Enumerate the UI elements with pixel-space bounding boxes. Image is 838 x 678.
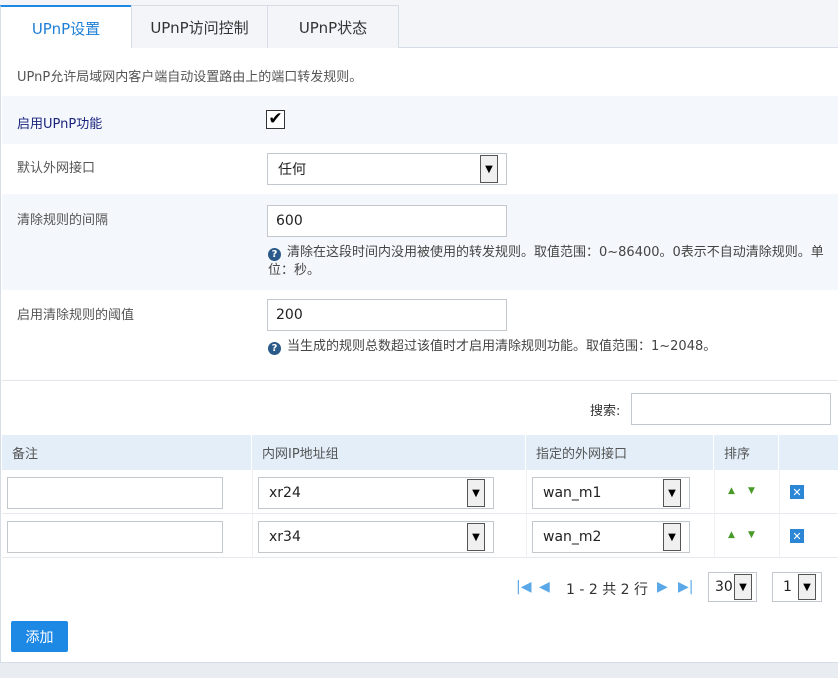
next-page-icon[interactable]: ▶ [657, 579, 668, 595]
pagination: |◀ ◀ 1 - 2 共 2 行 ▶ ▶| 30 ▼ 1 ▼ [1, 571, 838, 602]
table-row: xr24 ▼ wan_m1 ▼ ▲ ▼ ✕ [2, 470, 838, 514]
wan-value: wan_m2 [543, 529, 602, 545]
note-input[interactable] [7, 521, 223, 553]
move-up-icon[interactable]: ▲ [728, 486, 735, 496]
search-label: 搜索: [590, 404, 621, 419]
chevron-down-icon: ▼ [734, 574, 752, 600]
chevron-down-icon: ▼ [663, 479, 681, 507]
delete-icon[interactable]: ✕ [790, 485, 804, 499]
add-button[interactable]: 添加 [11, 621, 68, 652]
last-page-icon[interactable]: ▶| [678, 579, 693, 595]
clear-interval-row: 清除规则的间隔 600 ? 清除在这段时间内没用被使用的转发规则。取值范围：0~8… [2, 194, 838, 290]
wan-select[interactable]: wan_m1 ▼ [532, 477, 690, 509]
pager-summary: 1 - 2 共 2 行 [566, 582, 649, 598]
help-icon: ? [268, 342, 281, 355]
move-down-icon[interactable]: ▼ [748, 530, 755, 540]
chevron-down-icon: ▼ [467, 479, 485, 507]
settings-panel: UPnP允许局域网内客户端自动设置路由上的端口转发规则。 启用UPnP功能 ✔ … [0, 48, 838, 662]
ip-group-value: xr24 [269, 485, 301, 501]
ip-group-select[interactable]: xr34 ▼ [258, 521, 494, 553]
clear-threshold-input[interactable]: 200 [267, 299, 507, 331]
delete-icon[interactable]: ✕ [790, 529, 804, 543]
page-description: UPnP允许局域网内客户端自动设置路由上的端口转发规则。 [17, 70, 363, 85]
table-header: 备注 内网IP地址组 指定的外网接口 排序 [2, 435, 838, 470]
col-actions [779, 435, 838, 470]
tab-upnp-settings[interactable]: UPnP设置 [0, 5, 132, 49]
chevron-down-icon: ▼ [798, 574, 816, 600]
default-wan-value: 任何 [278, 162, 306, 178]
col-wan: 指定的外网接口 [526, 435, 714, 470]
page-select[interactable]: 1 ▼ [772, 572, 822, 602]
enable-upnp-label: 启用UPnP功能 [17, 117, 103, 132]
clear-threshold-hint: ? 当生成的规则总数超过该值时才启用清除规则功能。取值范围：1~2048。 [268, 338, 838, 356]
tab-bar: UPnP设置 UPnP访问控制 UPnP状态 [0, 0, 838, 49]
tab-upnp-status[interactable]: UPnP状态 [267, 5, 399, 48]
default-wan-row: 默认外网接口 任何 ▼ [2, 144, 838, 194]
wan-value: wan_m1 [543, 485, 602, 501]
wan-select[interactable]: wan_m2 ▼ [532, 521, 690, 553]
prev-page-icon[interactable]: ◀ [539, 579, 550, 595]
col-note: 备注 [2, 435, 252, 470]
page-size-value: 30 [715, 579, 733, 595]
divider [2, 380, 838, 381]
ip-group-select[interactable]: xr24 ▼ [258, 477, 494, 509]
table-row: xr34 ▼ wan_m2 ▼ ▲ ▼ ✕ [2, 514, 838, 558]
chevron-down-icon: ▼ [480, 155, 498, 183]
enable-upnp-row: 启用UPnP功能 ✔ [2, 96, 838, 144]
help-icon: ? [268, 248, 281, 261]
tab-upnp-access-control[interactable]: UPnP访问控制 [131, 5, 268, 48]
enable-upnp-checkbox[interactable]: ✔ [266, 110, 285, 129]
search-input[interactable] [631, 393, 831, 425]
chevron-down-icon: ▼ [663, 523, 681, 551]
page-size-select[interactable]: 30 ▼ [708, 572, 757, 602]
first-page-icon[interactable]: |◀ [516, 579, 531, 595]
col-ip-group: 内网IP地址组 [252, 435, 526, 470]
note-input[interactable] [7, 477, 223, 509]
move-down-icon[interactable]: ▼ [748, 486, 755, 496]
default-wan-select[interactable]: 任何 ▼ [267, 153, 507, 185]
clear-threshold-row: 启用清除规则的阈值 200 ? 当生成的规则总数超过该值时才启用清除规则功能。取值… [2, 290, 838, 380]
clear-interval-input[interactable]: 600 [267, 205, 507, 237]
col-order: 排序 [714, 435, 779, 470]
bottom-strip [0, 662, 838, 678]
clear-interval-hint: ? 清除在这段时间内没用被使用的转发规则。取值范围：0~86400。0表示不自动清… [268, 245, 824, 278]
clear-interval-label: 清除规则的间隔 [17, 213, 109, 228]
default-wan-label: 默认外网接口 [17, 161, 96, 176]
chevron-down-icon: ▼ [467, 523, 485, 551]
move-up-icon[interactable]: ▲ [728, 530, 735, 540]
page-value: 1 [783, 579, 792, 595]
ip-group-value: xr34 [269, 529, 301, 545]
clear-threshold-label: 启用清除规则的阈值 [17, 308, 135, 323]
